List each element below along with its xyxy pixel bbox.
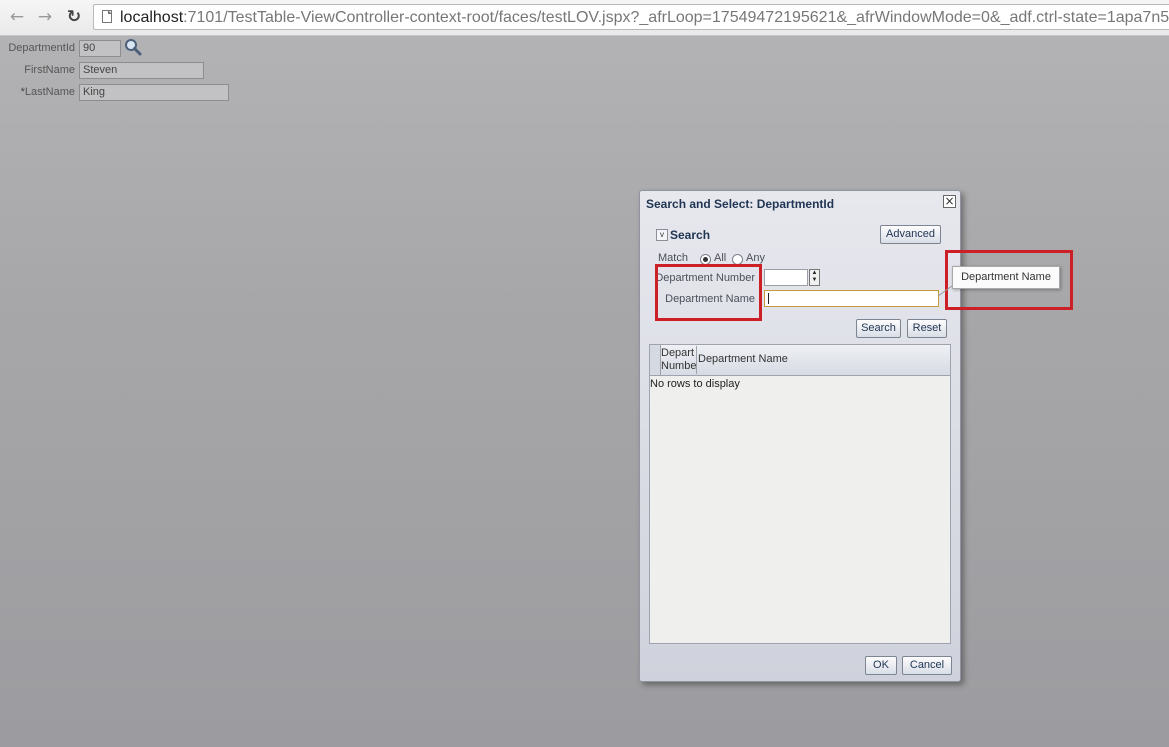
advanced-button[interactable]: Advanced xyxy=(880,225,941,244)
last-name-input[interactable]: King xyxy=(79,84,229,101)
forward-arrow-icon[interactable]: → xyxy=(34,6,56,28)
results-table: Depart Numbe Department Name No rows to … xyxy=(649,344,951,644)
empty-message: No rows to display xyxy=(650,378,740,390)
search-button[interactable]: Search xyxy=(856,319,901,338)
close-icon[interactable]: × xyxy=(943,195,956,208)
page-icon xyxy=(102,10,112,23)
disclosure-icon[interactable]: v xyxy=(656,229,668,241)
url-path: :7101/TestTable-ViewController-context-r… xyxy=(183,9,1169,26)
column-header-department-number-text: Depart Numbe xyxy=(661,347,697,372)
tooltip: Department Name xyxy=(952,266,1060,289)
spinner-icon[interactable]: ▲ ▼ xyxy=(809,269,820,286)
department-name-input[interactable] xyxy=(764,290,939,307)
row-header-cell xyxy=(650,345,661,375)
column-header-department-number[interactable]: Depart Numbe xyxy=(661,346,697,374)
first-name-input[interactable]: Steven xyxy=(79,62,204,79)
column-header-department-name[interactable]: Department Name xyxy=(698,353,788,365)
url-text: localhost:7101/TestTable-ViewController-… xyxy=(120,8,1169,27)
browser-toolbar: ← → ↻ localhost:7101/TestTable-ViewContr… xyxy=(0,0,1169,36)
cancel-button[interactable]: Cancel xyxy=(902,656,952,675)
text-caret xyxy=(768,293,769,304)
table-header: Depart Numbe Department Name xyxy=(650,345,950,376)
address-bar[interactable]: localhost:7101/TestTable-ViewController-… xyxy=(93,4,1169,30)
first-name-label: FirstName xyxy=(24,64,75,76)
highlight-box-labels xyxy=(655,264,762,321)
back-arrow-icon[interactable]: ← xyxy=(6,6,28,28)
reset-button[interactable]: Reset xyxy=(907,319,947,338)
last-name-label-text: LastName xyxy=(24,86,75,98)
department-id-label: DepartmentId xyxy=(8,42,75,54)
ok-button[interactable]: OK xyxy=(865,656,897,675)
url-host: localhost xyxy=(120,9,184,26)
last-name-label: *LastName xyxy=(0,85,75,99)
dialog-title: Search and Select: DepartmentId xyxy=(646,197,835,211)
search-icon[interactable] xyxy=(124,38,142,56)
reload-icon[interactable]: ↻ xyxy=(63,6,85,28)
department-number-input[interactable] xyxy=(764,269,808,286)
department-id-input[interactable]: 90 xyxy=(79,40,121,57)
search-section-title[interactable]: Search xyxy=(670,228,710,242)
